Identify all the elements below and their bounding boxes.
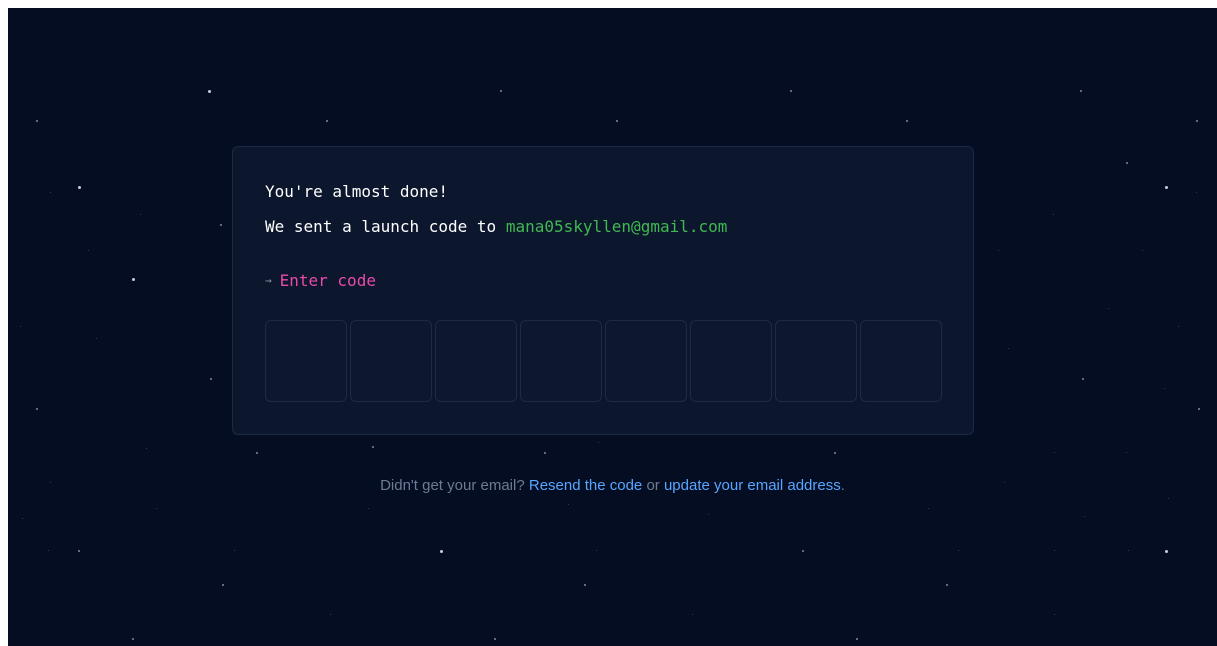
code-digit-input-1[interactable] bbox=[265, 320, 347, 402]
star bbox=[22, 518, 23, 519]
help-or: or bbox=[642, 477, 664, 494]
star bbox=[50, 192, 51, 193]
star bbox=[584, 584, 586, 586]
star bbox=[906, 120, 908, 122]
star bbox=[692, 614, 693, 615]
star bbox=[210, 378, 212, 380]
star bbox=[1196, 120, 1198, 122]
star bbox=[1126, 162, 1128, 164]
star bbox=[1054, 550, 1055, 551]
star bbox=[1168, 498, 1169, 499]
star bbox=[78, 186, 81, 189]
star bbox=[48, 550, 49, 551]
code-input-group bbox=[265, 320, 942, 402]
resend-code-link[interactable]: Resend the code bbox=[529, 477, 642, 494]
code-digit-input-6[interactable] bbox=[690, 320, 772, 402]
star bbox=[156, 508, 157, 509]
star bbox=[616, 120, 618, 122]
star bbox=[790, 90, 792, 92]
star bbox=[1108, 308, 1109, 309]
star bbox=[96, 338, 97, 339]
star bbox=[834, 452, 836, 454]
star bbox=[500, 90, 502, 92]
star bbox=[1164, 388, 1165, 389]
star bbox=[544, 452, 546, 454]
star bbox=[1165, 550, 1168, 553]
star bbox=[708, 514, 709, 515]
enter-code-prompt: → Enter code bbox=[265, 271, 376, 290]
star bbox=[220, 224, 222, 226]
star bbox=[222, 584, 224, 586]
star bbox=[1054, 452, 1055, 453]
star bbox=[330, 614, 331, 615]
star bbox=[368, 508, 369, 509]
code-digit-input-3[interactable] bbox=[435, 320, 517, 402]
star bbox=[372, 446, 374, 448]
star bbox=[146, 448, 147, 449]
star bbox=[1084, 516, 1085, 517]
star bbox=[208, 90, 211, 93]
star bbox=[598, 442, 599, 443]
star bbox=[1126, 452, 1127, 453]
star bbox=[256, 452, 258, 454]
star bbox=[1198, 408, 1200, 410]
code-digit-input-8[interactable] bbox=[860, 320, 942, 402]
code-digit-input-5[interactable] bbox=[605, 320, 687, 402]
star bbox=[998, 250, 999, 251]
email-address: mana05skyllen@gmail.com bbox=[505, 217, 728, 236]
verification-card: You're almost done! We sent a launch cod… bbox=[232, 146, 974, 435]
code-digit-input-7[interactable] bbox=[775, 320, 857, 402]
star bbox=[234, 550, 235, 551]
star bbox=[928, 508, 929, 509]
sent-message: We sent a launch code to mana05skyllen@g… bbox=[265, 217, 727, 236]
star bbox=[36, 408, 38, 410]
star bbox=[20, 326, 21, 327]
star bbox=[1080, 90, 1082, 92]
star bbox=[958, 550, 959, 551]
star bbox=[1053, 214, 1054, 215]
help-text: Didn't get your email? Resend the code o… bbox=[8, 477, 1217, 494]
star bbox=[1054, 614, 1055, 615]
star bbox=[1128, 550, 1129, 551]
star bbox=[88, 250, 89, 251]
star bbox=[802, 550, 804, 552]
help-period: . bbox=[840, 477, 845, 494]
star bbox=[132, 278, 135, 281]
star bbox=[568, 504, 569, 505]
card-heading: You're almost done! bbox=[265, 182, 449, 201]
star bbox=[1008, 348, 1009, 349]
code-digit-input-2[interactable] bbox=[350, 320, 432, 402]
star bbox=[36, 120, 38, 122]
star bbox=[132, 638, 134, 640]
star bbox=[946, 584, 948, 586]
star bbox=[1082, 378, 1084, 380]
update-email-link[interactable]: update your email address bbox=[664, 477, 841, 494]
sent-message-text: We sent a launch code to bbox=[265, 217, 506, 236]
star bbox=[326, 120, 328, 122]
code-digit-input-4[interactable] bbox=[520, 320, 602, 402]
star bbox=[440, 550, 443, 553]
help-question: Didn't get your email? bbox=[380, 477, 529, 494]
star bbox=[78, 550, 80, 552]
star bbox=[494, 638, 496, 640]
enter-code-label: Enter code bbox=[279, 271, 376, 290]
star bbox=[596, 550, 597, 551]
starfield-background: You're almost done! We sent a launch cod… bbox=[8, 8, 1217, 646]
star bbox=[1142, 250, 1143, 251]
star bbox=[1196, 192, 1197, 193]
star bbox=[856, 638, 858, 640]
arrow-right-icon: → bbox=[265, 274, 272, 287]
star bbox=[140, 214, 141, 215]
star bbox=[1165, 186, 1168, 189]
star bbox=[1178, 326, 1179, 327]
